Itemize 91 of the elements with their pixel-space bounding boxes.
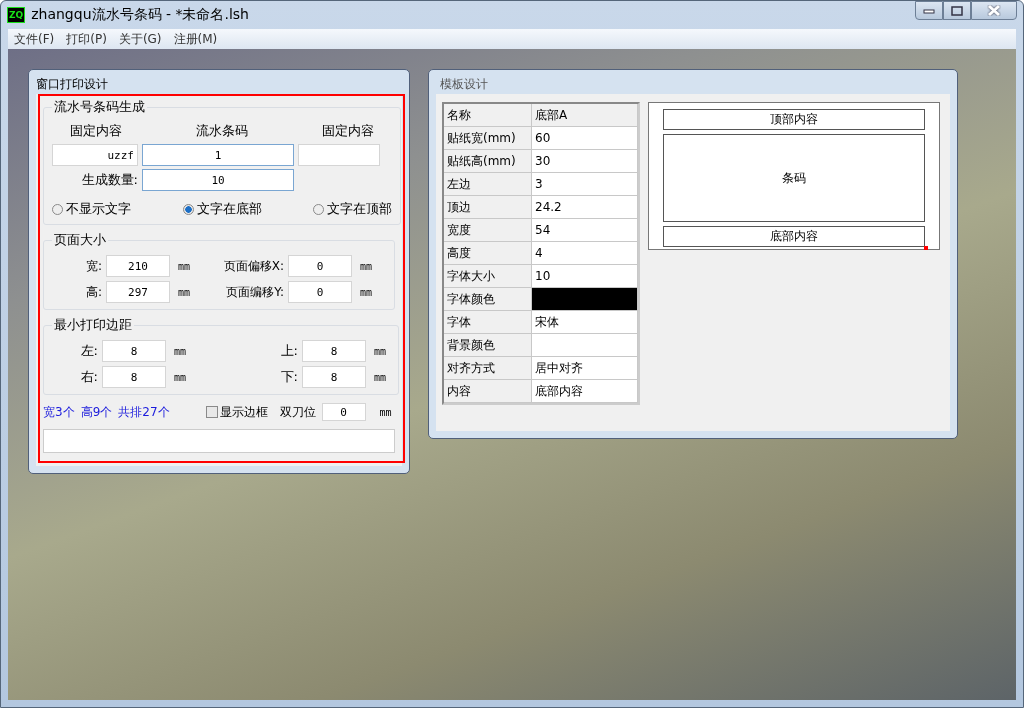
- field-label: 左:: [79, 342, 99, 360]
- resize-handle[interactable]: [924, 246, 928, 250]
- radio-option[interactable]: 文字在底部: [182, 200, 262, 218]
- property-value[interactable]: 底部A: [532, 104, 638, 127]
- unit-label: mm: [373, 371, 388, 383]
- suffix-field[interactable]: [298, 144, 380, 166]
- top-text-element[interactable]: 顶部内容: [663, 109, 925, 130]
- unit-label: mm: [359, 260, 374, 272]
- property-name: 宽度: [444, 219, 532, 242]
- column-label: 固定内容: [69, 122, 123, 140]
- property-name: 字体颜色: [444, 288, 532, 311]
- number-field[interactable]: 297: [106, 281, 170, 303]
- number-field[interactable]: 8: [102, 366, 166, 388]
- property-value[interactable]: 60: [532, 127, 638, 150]
- show-border-checkbox[interactable]: 显示边框: [205, 403, 268, 421]
- serial-field[interactable]: 1: [142, 144, 294, 166]
- number-field[interactable]: 0: [321, 403, 366, 421]
- layout-count: 共排27个: [118, 403, 170, 421]
- maximize-button[interactable]: [943, 1, 971, 20]
- property-name: 背景颜色: [444, 334, 532, 357]
- number-field[interactable]: 8: [302, 366, 366, 388]
- color-swatch[interactable]: [532, 288, 638, 311]
- number-field[interactable]: 0: [288, 281, 352, 303]
- count-field[interactable]: 10: [142, 169, 294, 191]
- field-label: 双刀位: [279, 403, 316, 421]
- color-swatch[interactable]: [532, 334, 638, 357]
- minimize-button[interactable]: [915, 1, 943, 20]
- prefix-field[interactable]: uzzf: [52, 144, 138, 166]
- radio-option[interactable]: 文字在顶部: [313, 200, 392, 218]
- window-title: zhangqu流水号条码 - *未命名.lsh: [31, 6, 250, 24]
- property-value[interactable]: 4: [532, 242, 638, 265]
- unit-label: mm: [373, 345, 388, 357]
- property-name: 字体: [444, 311, 532, 334]
- column-label: 流水条码: [195, 122, 249, 140]
- radio-option[interactable]: 不显示文字: [52, 200, 131, 218]
- unit-label: mm: [173, 345, 188, 357]
- field-label: 页面编移Y:: [225, 283, 285, 301]
- close-button[interactable]: [971, 1, 1017, 20]
- property-value[interactable]: 54: [532, 219, 638, 242]
- radio-button[interactable]: [182, 203, 194, 215]
- property-value[interactable]: 底部内容: [532, 380, 638, 403]
- property-value[interactable]: 30: [532, 150, 638, 173]
- close-icon: [987, 5, 1001, 16]
- checkbox[interactable]: [205, 406, 218, 418]
- layout-count: 宽3个: [43, 403, 75, 421]
- group-title: 页面大小: [53, 231, 107, 249]
- minimize-icon: [923, 7, 935, 14]
- number-field[interactable]: 0: [288, 255, 352, 277]
- property-name: 左边: [444, 173, 532, 196]
- menu-item[interactable]: 注册(M): [167, 30, 224, 48]
- group-title: 流水号条码生成: [53, 98, 146, 116]
- property-value[interactable]: 24.2: [532, 196, 638, 219]
- property-value[interactable]: 居中对齐: [532, 357, 638, 380]
- property-name: 高度: [444, 242, 532, 265]
- unit-label: mm: [359, 286, 374, 298]
- unit-label: mm: [177, 260, 192, 272]
- unit-label: mm: [177, 286, 192, 298]
- number-field[interactable]: 8: [102, 340, 166, 362]
- property-value[interactable]: 3: [532, 173, 638, 196]
- number-field[interactable]: 210: [106, 255, 170, 277]
- menu-item[interactable]: 打印(P): [60, 30, 113, 48]
- property-name: 贴纸宽(mm): [444, 127, 532, 150]
- bottom-text-element[interactable]: 底部内容: [663, 226, 925, 247]
- field-label: 宽:: [84, 257, 103, 275]
- property-name: 对齐方式: [444, 357, 532, 380]
- column-label: 固定内容: [321, 122, 375, 140]
- menu-item[interactable]: 文件(F): [8, 30, 61, 48]
- property-name: 名称: [444, 104, 532, 127]
- app-logo-icon: ZQ: [7, 7, 26, 23]
- field-label: 生成数量:: [80, 171, 138, 189]
- unit-label: mm: [378, 406, 392, 418]
- radio-button[interactable]: [313, 203, 324, 215]
- maximize-icon: [951, 5, 963, 16]
- property-name: 顶边: [444, 196, 532, 219]
- property-name: 内容: [444, 380, 532, 403]
- window-title: 窗口打印设计: [36, 76, 109, 93]
- field-label: 高:: [84, 283, 103, 301]
- unit-label: mm: [173, 371, 188, 383]
- window-title: 模板设计: [439, 76, 489, 93]
- field-label: 页面偏移X:: [222, 257, 285, 275]
- layout-count: 高9个: [80, 403, 113, 421]
- radio-button[interactable]: [52, 203, 63, 215]
- field-label: 上:: [279, 342, 299, 360]
- field-label: 下:: [279, 368, 299, 386]
- field-label: 右:: [79, 368, 99, 386]
- number-field[interactable]: 8: [302, 340, 366, 362]
- barcode-element[interactable]: 条码: [663, 134, 925, 222]
- property-name: 字体大小: [444, 265, 532, 288]
- property-name: 贴纸高(mm): [444, 150, 532, 173]
- group-title: 最小打印边距: [53, 316, 133, 334]
- menu-item[interactable]: 关于(G): [112, 30, 168, 48]
